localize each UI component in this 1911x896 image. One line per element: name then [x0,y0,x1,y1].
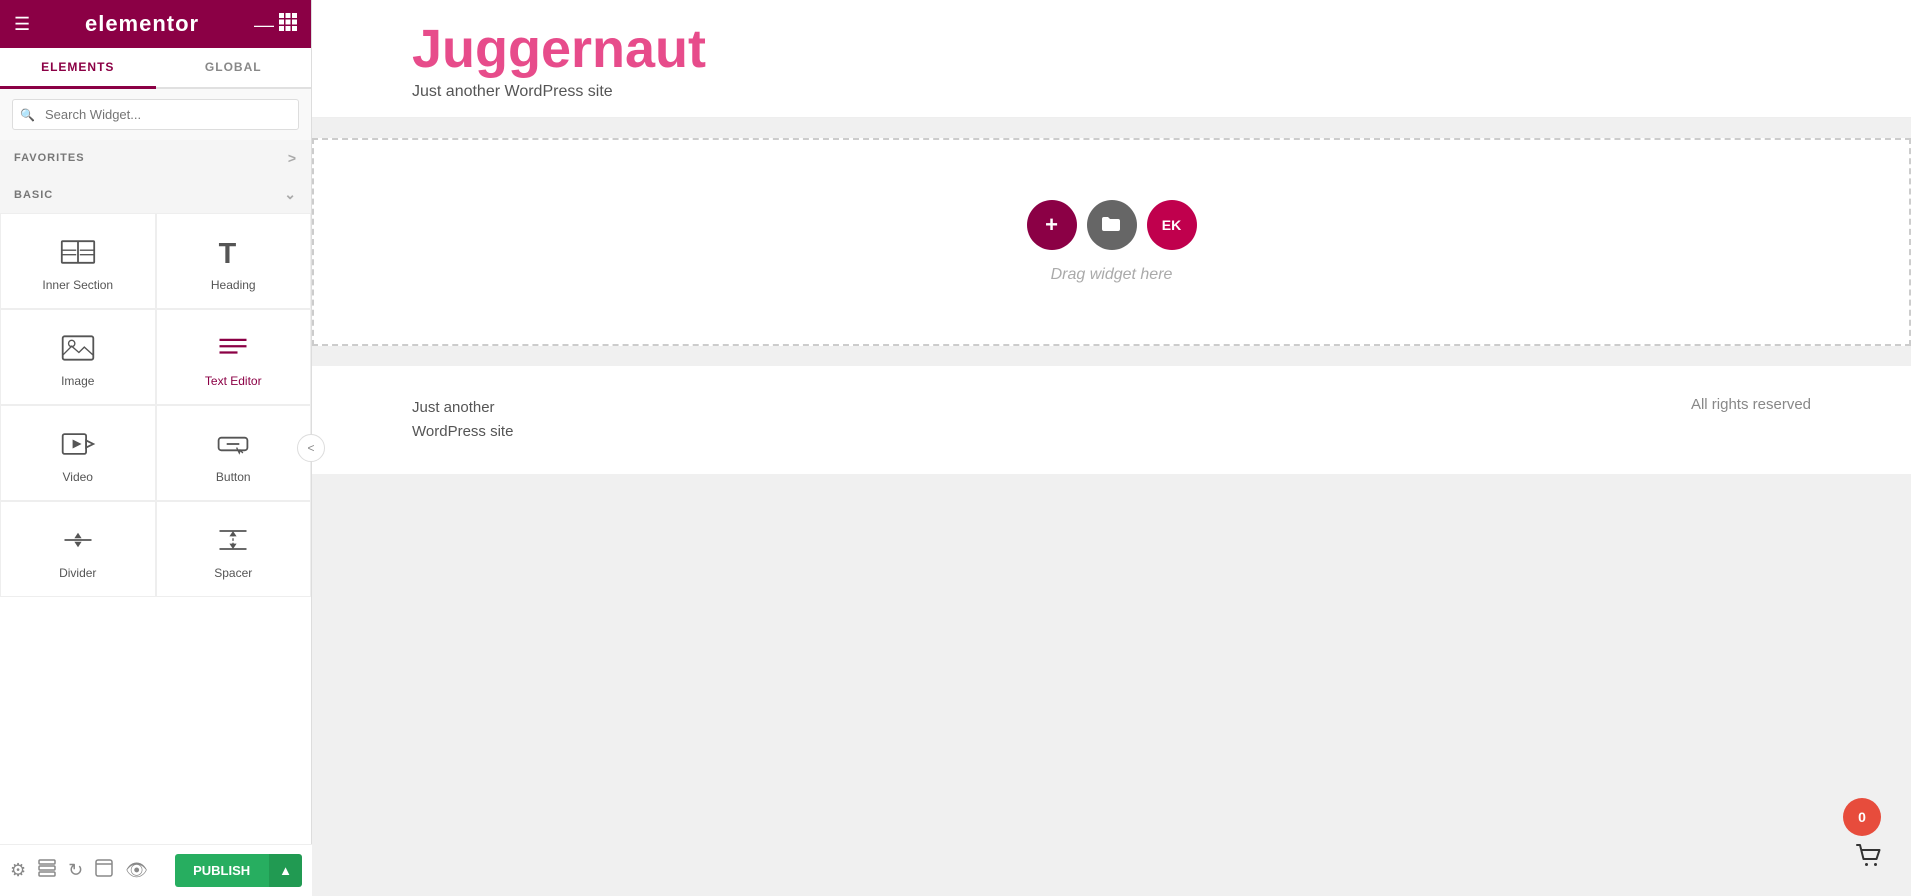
widget-image[interactable]: Image [0,309,156,405]
footer-preview: Just anotherWordPress site All rights re… [312,366,1911,474]
widget-heading[interactable]: T Heading [156,213,312,309]
heading-icon: T [215,234,251,270]
image-icon [60,330,96,366]
preview-icon[interactable]: 👁 [125,860,148,881]
site-header-preview: Juggernaut Just another WordPress site [312,0,1911,118]
text-editor-icon [215,330,251,366]
history-icon[interactable]: ↻ [68,860,83,881]
basic-label: BASIC [14,189,53,201]
canvas-add-button[interactable]: + [1027,200,1077,250]
favorites-chevron-icon: > [288,150,297,166]
publish-main-button[interactable]: PUBLISH [175,854,268,887]
search-input[interactable] [12,99,299,130]
widget-text-editor[interactable]: Text Editor [156,309,312,405]
site-title: Juggernaut [412,20,1811,79]
widgets-scroll-container: FAVORITES > BASIC ⌄ Inner Section [0,140,311,896]
hamburger-menu-icon[interactable]: ☰ [14,14,30,35]
widget-button-label: Button [216,470,251,484]
sidebar-tabs: ELEMENTS GLOBAL [0,48,311,89]
bottom-icons-group: ⚙ ↻ 👁 [10,859,148,882]
favorites-section-header[interactable]: FAVORITES > [0,140,311,176]
widget-spacer-label: Spacer [214,566,252,580]
svg-text:T: T [219,238,237,270]
widget-grid: Inner Section T Heading Image [0,213,311,597]
video-icon [60,426,96,462]
inner-section-icon [60,234,96,270]
main-content: Juggernaut Just another WordPress site +… [312,0,1911,896]
divider-icon [60,522,96,558]
page-settings-icon[interactable] [95,859,113,882]
footer-tagline: Just anotherWordPress site [412,396,513,444]
canvas-action-buttons: + EK [1027,200,1197,250]
widget-inner-section-label: Inner Section [42,278,113,292]
publish-button-group: PUBLISH ▲ [175,854,302,887]
widget-divider-label: Divider [59,566,96,580]
widget-divider[interactable]: Divider [0,501,156,597]
sidebar-collapse-toggle[interactable]: < [297,434,325,462]
search-box [0,89,311,140]
canvas-folder-button[interactable] [1087,200,1137,250]
basic-chevron-icon: ⌄ [284,186,297,203]
canvas-ek-button[interactable]: EK [1147,200,1197,250]
settings-icon[interactable]: ⚙ [10,860,26,881]
basic-section-header[interactable]: BASIC ⌄ [0,176,311,213]
footer-rights: All rights reserved [1691,396,1811,413]
cart-count-badge[interactable]: 0 [1843,798,1881,836]
widget-heading-label: Heading [211,278,256,292]
sidebar-header: ☰ elementor –– [0,0,311,48]
elementor-logo: elementor [85,11,199,37]
canvas-area: + EK Drag widget here [312,138,1911,346]
widget-spacer[interactable]: Spacer [156,501,312,597]
site-tagline: Just another WordPress site [412,83,1811,101]
spacer-icon [215,522,251,558]
cart-icon[interactable] [1853,841,1885,880]
apps-grid-icon[interactable]: –– [254,13,297,36]
widget-text-editor-label: Text Editor [205,374,262,388]
favorites-label: FAVORITES [14,152,85,164]
tab-global[interactable]: GLOBAL [156,48,312,89]
publish-dropdown-button[interactable]: ▲ [268,854,302,887]
widget-video-label: Video [63,470,93,484]
sidebar-bottom-toolbar: ⚙ ↻ 👁 PUBLISH ▲ [0,844,312,896]
widget-video[interactable]: Video [0,405,156,501]
widget-image-label: Image [61,374,94,388]
tab-elements[interactable]: ELEMENTS [0,48,156,89]
sidebar: ☰ elementor –– ELEMENTS GLOBAL FAVORITE… [0,0,312,896]
drag-widget-hint: Drag widget here [1051,266,1173,284]
layers-icon[interactable] [38,859,56,882]
widget-inner-section[interactable]: Inner Section [0,213,156,309]
widget-button[interactable]: Button [156,405,312,501]
button-icon [215,426,251,462]
